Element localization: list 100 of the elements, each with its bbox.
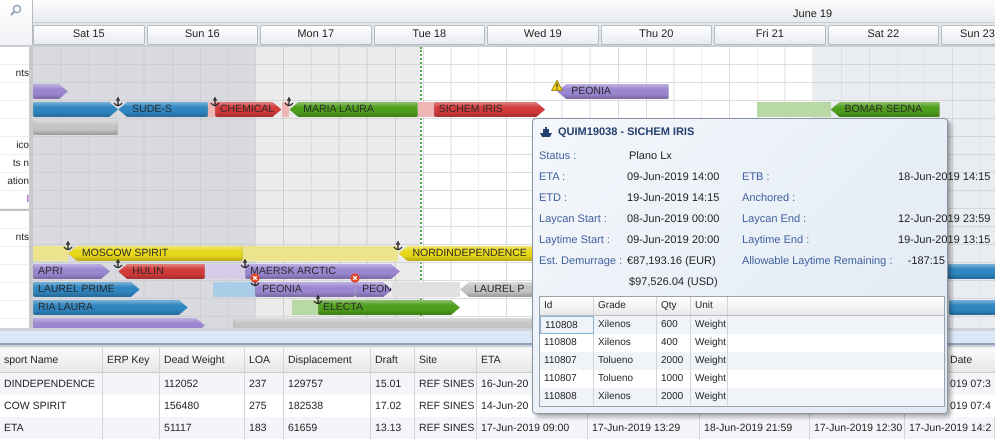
column-header[interactable]: ETA [481, 354, 501, 366]
table-cell: COW SPIRIT [4, 400, 66, 412]
table-cell: 16-Jun-20 [481, 378, 528, 390]
table-cell: 110807 [544, 355, 577, 366]
column-header[interactable]: sport Name [4, 354, 58, 366]
vessel-bar[interactable]: MAERSK ARCTIC [245, 264, 400, 279]
column-header[interactable]: Unit [695, 300, 713, 311]
anchor-icon [393, 241, 404, 251]
column-header[interactable]: Displacement [288, 354, 352, 366]
column-header[interactable]: Id [544, 300, 552, 311]
table-cell: 15.01 [375, 378, 402, 390]
table-cell: ETA [4, 422, 24, 434]
table-cell: Xilenos [598, 391, 631, 402]
field-label: Status : [539, 150, 578, 162]
vessel-bar[interactable]: MOSCOW SPIRIT [68, 246, 243, 261]
anchor-icon [62, 241, 73, 251]
field-label: ETA : [539, 170, 566, 182]
table-cell: 019 07:3 [950, 378, 991, 390]
field-label: Laycan Start : [539, 212, 608, 224]
table-cell: Weight [695, 337, 726, 348]
field-label: Anchored : [742, 192, 796, 204]
table-cell: 17-Jun-2019 13:29 [592, 422, 680, 434]
day-header: Sun 23 [941, 25, 995, 45]
field-label: Laytime Start : [539, 234, 611, 246]
column-header[interactable]: Grade [598, 300, 626, 311]
month-header: June 19 [33, 0, 995, 23]
field-value: 19-Jun-2019 14:15 [627, 192, 720, 204]
field-label: Laytime End : [742, 234, 810, 246]
vessel-bar[interactable]: PEONIA [557, 84, 669, 99]
table-cell: 110808 [545, 320, 578, 331]
vessel-bar[interactable] [33, 102, 118, 117]
table-cell: 110807 [544, 373, 577, 384]
warning-icon [551, 80, 564, 91]
table-cell: Tolueno [598, 373, 634, 384]
anchor-icon [113, 259, 124, 269]
vessel-bar[interactable]: LAUREL PRIME [33, 282, 140, 297]
field-value: 08-Jun-2019 00:00 [627, 212, 720, 224]
day-header: Fri 21 [714, 25, 826, 45]
table-cell: Weight [695, 391, 726, 402]
field-value: -187:15 [908, 254, 945, 266]
vessel-bar[interactable]: SUDE-S [118, 102, 208, 117]
vessel-bar[interactable]: RIA LAURA [33, 300, 188, 315]
search-icon[interactable] [8, 4, 24, 16]
resource-label: nts [16, 231, 29, 245]
grid-row[interactable]: 110808 [540, 388, 594, 406]
table-cell: 237 [249, 378, 267, 390]
vessel-bar[interactable]: MARIA LAURA [289, 102, 418, 117]
field-value: 18-Jun-2019 14:15 [898, 170, 990, 182]
table-cell: 112052 [164, 378, 198, 390]
column-header[interactable]: LOA [249, 354, 270, 366]
column-header[interactable]: Date [950, 354, 972, 366]
day-header: Tue 18 [374, 25, 485, 45]
anchor-icon [240, 259, 250, 269]
vessel-bar[interactable]: PEONIA [255, 282, 356, 297]
table-cell: 14-Jun-20 [481, 400, 528, 412]
field-label: ETB : [742, 170, 771, 182]
column-header[interactable]: Dead Weight [164, 354, 225, 366]
table-cell: 110808 [544, 337, 577, 348]
resource-label: ts n [12, 157, 29, 171]
table-cell: 17-Jun-2019 12:30 [814, 422, 902, 434]
field-label: Laycan End : [742, 212, 808, 224]
table-cell: REF SINES [419, 422, 474, 434]
vessel-bar[interactable]: BOMAR SEDNA [830, 102, 940, 117]
table-cell: 61659 [288, 422, 318, 434]
grid-row[interactable]: 110808 [540, 316, 594, 334]
field-label: Allowable Laytime Remaining : [742, 254, 894, 266]
table-cell: 129757 [288, 378, 324, 390]
anchor-icon [113, 97, 124, 107]
table-cell: 2000 [661, 355, 684, 366]
vessel-bar[interactable]: APRI [33, 264, 110, 279]
field-value: 12-Jun-2019 23:59 [898, 212, 990, 224]
column-header[interactable]: ERP Key [107, 354, 150, 366]
vessel-bar[interactable] [33, 120, 118, 135]
column-header[interactable]: Site [419, 354, 438, 366]
table-cell: Xilenos [598, 337, 631, 348]
table-cell: Tolueno [598, 355, 634, 366]
field-value: 19-Jun-2019 13:15 [898, 234, 990, 246]
anchor-icon [210, 97, 220, 107]
table-cell: 17-Jun-2019 09:00 [481, 422, 570, 434]
table-cell: 18-Jun-2019 21:59 [704, 422, 792, 434]
table-cell: Weight [695, 373, 726, 384]
table-cell: DINDEPENDENCE [4, 378, 96, 390]
table-cell: 275 [249, 400, 267, 412]
day-header: Sat 22 [828, 25, 939, 45]
column-header[interactable]: Qty [661, 300, 677, 311]
table-cell: 17.02 [375, 400, 402, 412]
tooltip-title: QUIM19038 - SICHEM IRIS [558, 126, 694, 138]
day-header: Wed 19 [487, 25, 598, 45]
vessel-bar[interactable]: ELECTA [318, 300, 460, 315]
table-cell: Weight [695, 355, 726, 366]
column-header[interactable]: Draft [375, 354, 398, 366]
table-cell: 51117 [164, 422, 192, 434]
resource-label: l [26, 193, 29, 207]
field-value: 09-Jun-2019 14:00 [627, 170, 720, 182]
table-cell: 183 [249, 422, 267, 434]
table-cell: 156480 [164, 400, 200, 412]
table-cell: 182538 [288, 400, 324, 412]
table-cell: REF SINES [419, 378, 474, 390]
ship-icon [539, 126, 553, 138]
table-cell: 400 [661, 337, 678, 348]
